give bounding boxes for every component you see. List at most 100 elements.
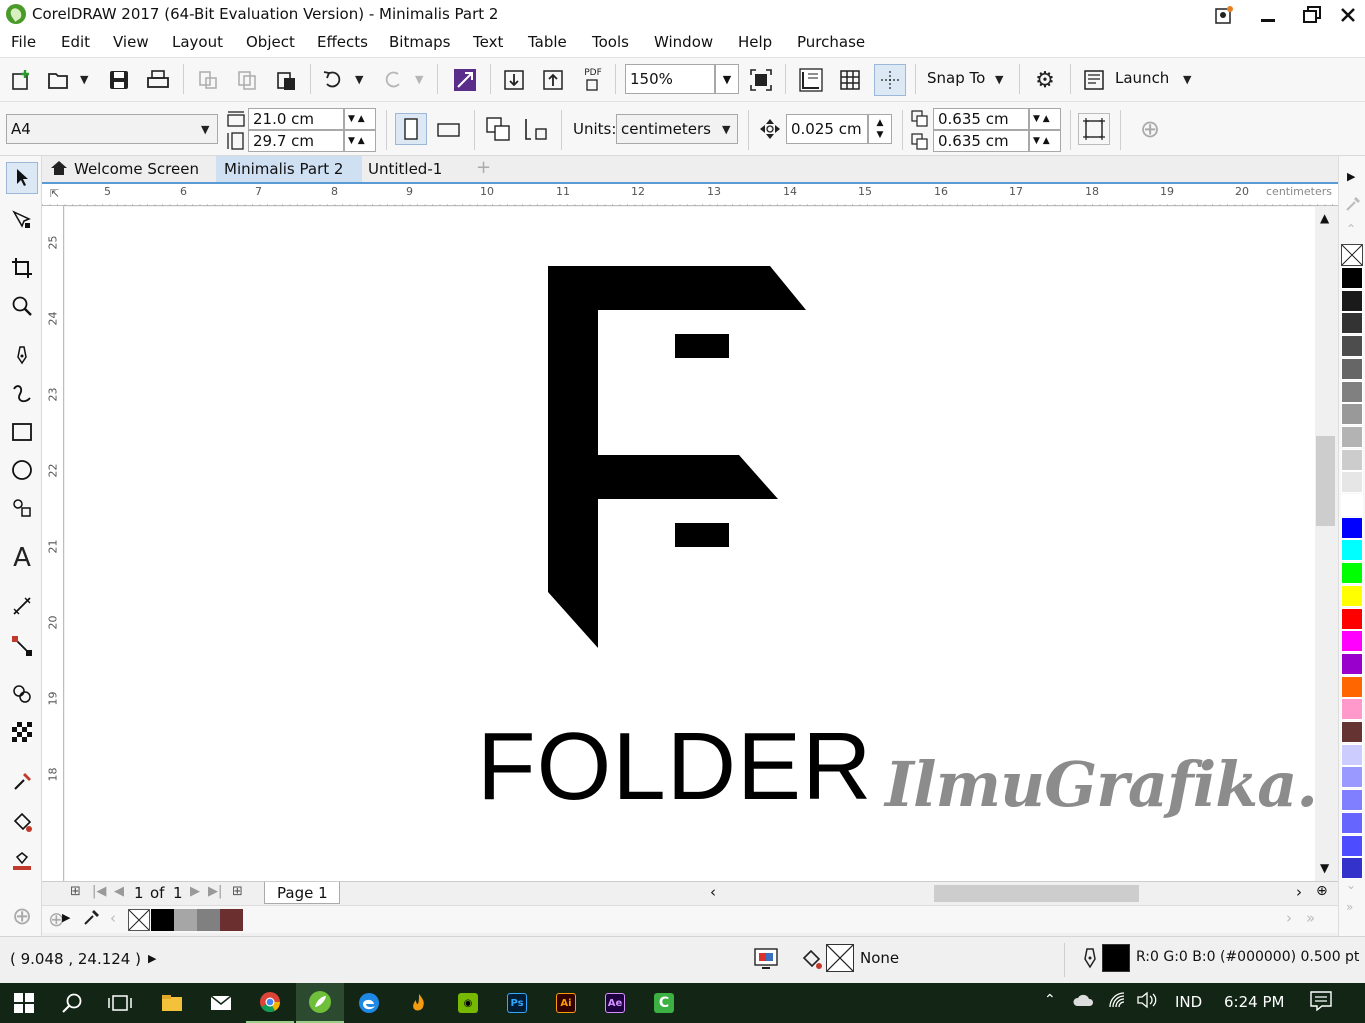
search-icon[interactable] xyxy=(48,983,96,1023)
scroll-up-arrow-icon[interactable]: ▲ xyxy=(1320,211,1329,225)
doc-palette-swatch[interactable] xyxy=(174,909,197,931)
input-language[interactable]: IND xyxy=(1175,993,1202,1011)
freehand-tool-icon[interactable] xyxy=(6,340,38,372)
treat-as-filled-icon[interactable] xyxy=(1078,113,1110,145)
artistic-media-tool-icon[interactable] xyxy=(6,378,38,410)
undo-dropdown-chevron-icon[interactable]: ▼ xyxy=(355,73,363,86)
nvidia-icon[interactable]: ◉ xyxy=(444,983,492,1023)
snap-to-chevron-icon[interactable]: ▼ xyxy=(995,73,1003,86)
redo-dropdown-chevron-icon[interactable]: ▼ xyxy=(415,73,423,86)
drawing-canvas[interactable]: FOLDER IlmuGrafika.id xyxy=(65,207,1315,881)
portrait-orientation-icon[interactable] xyxy=(395,113,427,145)
interactive-fill-tool-icon[interactable] xyxy=(6,806,38,838)
save-icon[interactable] xyxy=(104,66,134,94)
next-page-icon[interactable]: ▶ xyxy=(190,884,200,899)
text-tool-icon[interactable]: A xyxy=(6,542,38,574)
blend-tool-icon[interactable] xyxy=(6,678,38,710)
palette-swatch[interactable] xyxy=(1341,403,1363,426)
palette-swatch[interactable] xyxy=(1341,516,1363,539)
last-page-icon[interactable]: ▶| xyxy=(208,884,222,899)
nudge-distance-field[interactable]: 0.025 cm xyxy=(786,114,868,144)
new-tab-plus-icon[interactable]: + xyxy=(468,156,496,182)
palette-expand-icon[interactable]: » xyxy=(1346,900,1353,914)
menu-text[interactable]: Text xyxy=(473,33,503,51)
coreldraw-taskbar-icon[interactable] xyxy=(296,983,344,1023)
export-icon[interactable] xyxy=(538,66,568,94)
show-grid-icon[interactable] xyxy=(835,66,865,94)
palette-swatch[interactable] xyxy=(1341,562,1363,585)
palette-scroll-right-icon[interactable]: › xyxy=(1286,909,1292,927)
ellipse-tool-icon[interactable] xyxy=(6,454,38,486)
palette-swatch[interactable] xyxy=(1341,471,1363,494)
palette-menu-arrow-icon[interactable]: ▶ xyxy=(62,911,70,924)
page-height-spinner-icon[interactable]: ▼ ▲ xyxy=(344,130,376,152)
show-rulers-icon[interactable] xyxy=(796,66,826,94)
paste-icon[interactable] xyxy=(271,66,301,94)
fill-color-swatch[interactable] xyxy=(826,944,854,972)
palette-swatch[interactable] xyxy=(1341,721,1363,743)
page-height-field[interactable]: 29.7 cm xyxy=(248,130,344,152)
snap-to-button[interactable]: Snap To xyxy=(927,69,985,87)
smart-fill-tool-icon[interactable] xyxy=(6,846,38,878)
status-expand-arrow-icon[interactable]: ▶ xyxy=(148,952,156,965)
palette-swatch[interactable] xyxy=(1341,494,1363,516)
add-page-before-icon[interactable]: ⊞ xyxy=(70,884,81,899)
search-content-icon[interactable] xyxy=(450,66,480,94)
illustrator-icon[interactable]: Ai xyxy=(542,983,590,1023)
app-icon-flame[interactable] xyxy=(395,983,443,1023)
volume-icon[interactable] xyxy=(1136,991,1158,1013)
zoom-tool-icon[interactable] xyxy=(6,290,38,322)
zoom-to-page-icon[interactable] xyxy=(746,66,776,94)
menu-tools[interactable]: Tools xyxy=(592,33,629,51)
no-color-swatch[interactable] xyxy=(128,909,150,931)
edge-browser-icon[interactable] xyxy=(345,983,393,1023)
outline-color-swatch[interactable] xyxy=(1102,944,1130,972)
chrome-icon[interactable] xyxy=(246,983,294,1023)
palette-swatch[interactable] xyxy=(1341,267,1363,289)
page-width-field[interactable]: 21.0 cm xyxy=(248,108,344,130)
file-explorer-icon[interactable] xyxy=(148,983,196,1023)
menu-help[interactable]: Help xyxy=(738,33,772,51)
parallel-dimension-tool-icon[interactable] xyxy=(6,590,38,622)
zoom-dropdown-chevron-icon[interactable]: ▼ xyxy=(715,64,739,94)
all-pages-icon[interactable] xyxy=(483,113,513,145)
duplicate-x-field[interactable]: 0.635 cm xyxy=(933,108,1029,130)
connector-tool-icon[interactable] xyxy=(6,630,38,662)
tab-minimalis-part-2[interactable]: Minimalis Part 2 xyxy=(216,156,362,182)
landscape-orientation-icon[interactable] xyxy=(434,113,464,145)
doc-palette-swatch[interactable] xyxy=(220,909,243,931)
menu-table[interactable]: Table xyxy=(528,33,567,51)
add-page-after-icon[interactable]: ⊞ xyxy=(232,884,243,899)
menu-window[interactable]: Window xyxy=(654,33,713,51)
page-width-spinner-icon[interactable]: ▼ ▲ xyxy=(344,108,376,130)
current-page-icon[interactable] xyxy=(521,113,551,145)
doc-palette-swatch[interactable] xyxy=(197,909,220,931)
first-page-icon[interactable]: |◀ xyxy=(92,884,106,899)
palette-scroll-left-icon[interactable]: ‹ xyxy=(110,909,116,927)
photoshop-icon[interactable]: Ps xyxy=(493,983,541,1023)
menu-purchase[interactable]: Purchase xyxy=(797,33,865,51)
no-color-swatch[interactable] xyxy=(1341,244,1363,266)
onedrive-cloud-icon[interactable] xyxy=(1072,991,1096,1013)
units-select[interactable]: centimeters xyxy=(616,114,738,144)
mail-icon[interactable] xyxy=(197,983,245,1023)
menu-layout[interactable]: Layout xyxy=(172,33,223,51)
system-clock[interactable]: 6:24 PM xyxy=(1224,993,1284,1011)
eyedropper-tool-icon[interactable] xyxy=(6,766,38,798)
minimize-button[interactable] xyxy=(1246,0,1290,29)
page-size-chevron-icon[interactable]: ▼ xyxy=(201,123,209,136)
publish-pdf-icon[interactable]: PDF xyxy=(578,64,608,96)
show-guidelines-icon[interactable] xyxy=(874,64,906,96)
close-button[interactable] xyxy=(1326,0,1365,29)
menu-edit[interactable]: Edit xyxy=(61,33,90,51)
fill-bucket-icon[interactable] xyxy=(800,947,824,975)
palette-flyout-arrow-icon[interactable]: ▶ xyxy=(1347,170,1355,183)
crop-tool-icon[interactable] xyxy=(6,252,38,284)
palette-swatch[interactable] xyxy=(1341,289,1363,312)
vertical-ruler[interactable]: 25 24 23 22 21 20 19 18 xyxy=(42,206,64,881)
menu-object[interactable]: Object xyxy=(246,33,295,51)
palette-swatch[interactable] xyxy=(1341,766,1363,789)
redo-icon[interactable] xyxy=(378,66,408,94)
palette-swatch[interactable] xyxy=(1341,380,1363,403)
launch-button[interactable]: Launch xyxy=(1115,69,1169,87)
